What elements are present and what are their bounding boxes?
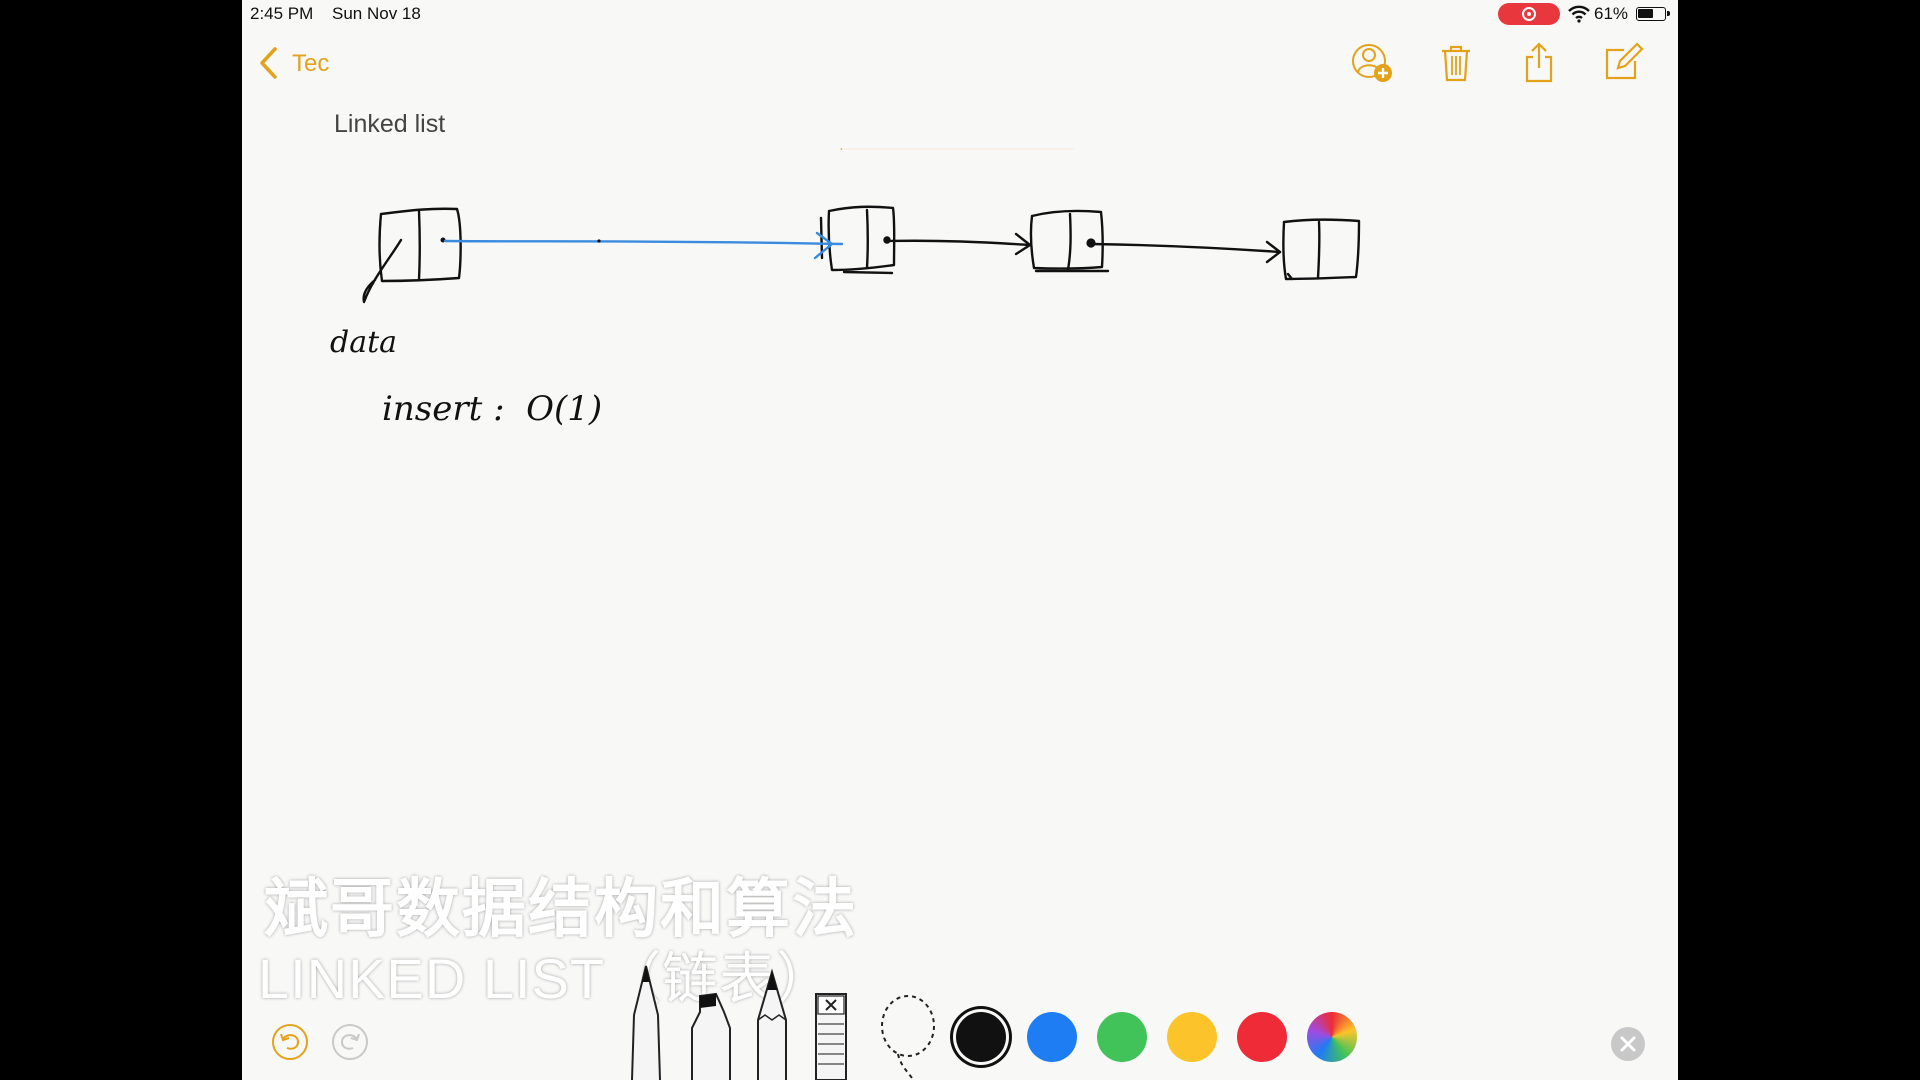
color-green[interactable]	[1097, 1012, 1147, 1062]
close-button[interactable]	[1611, 1027, 1645, 1061]
screen-recording-indicator[interactable]	[1498, 3, 1560, 25]
color-picker-multicolor[interactable]	[1307, 1012, 1357, 1062]
pen-tool[interactable]	[631, 965, 661, 1080]
share-button[interactable]	[1516, 40, 1562, 86]
undo-button[interactable]	[270, 1022, 310, 1062]
drawing-tools	[631, 965, 935, 1080]
redo-icon	[332, 1024, 368, 1060]
list-node-4	[1282, 218, 1361, 281]
close-icon	[1620, 1036, 1636, 1052]
handwriting-canvas[interactable]: data insert : O(1)	[242, 180, 1678, 480]
chevron-left-icon	[260, 47, 277, 79]
battery-icon	[1636, 7, 1670, 21]
add-person-icon	[1352, 44, 1392, 82]
color-blue[interactable]	[1027, 1012, 1077, 1062]
compose-icon	[1605, 42, 1644, 80]
color-black[interactable]	[956, 1012, 1006, 1062]
handwritten-data-label: data	[330, 325, 397, 360]
title-divider	[840, 148, 1074, 150]
record-icon	[1522, 7, 1536, 21]
pointer-arrow-2-3	[883, 232, 1032, 256]
trash-icon	[1442, 45, 1470, 82]
ipad-screen: 2:45 PM Sun Nov 18 61% Tec Linked list d…	[242, 0, 1678, 1080]
add-collaborator-button[interactable]	[1350, 40, 1396, 86]
list-node-1	[362, 207, 462, 304]
status-time: 2:45 PM	[250, 4, 314, 23]
eraser-tool[interactable]	[815, 993, 847, 1080]
status-date: Sun Nov 18	[332, 4, 421, 23]
wifi-icon	[1568, 5, 1590, 23]
trash-button[interactable]	[1433, 40, 1479, 86]
compose-button[interactable]	[1600, 40, 1646, 86]
redo-button[interactable]	[330, 1022, 370, 1062]
pencil-tool[interactable]	[757, 968, 787, 1080]
status-bar: 2:45 PM Sun Nov 18 61%	[242, 0, 1678, 28]
undo-icon	[272, 1024, 308, 1060]
color-red[interactable]	[1237, 1012, 1287, 1062]
pointer-arrow-3-4	[1086, 238, 1282, 264]
back-label: Tec	[292, 50, 330, 77]
list-node-3	[1029, 209, 1110, 273]
lasso-tool[interactable]	[881, 995, 935, 1079]
battery-level	[1638, 9, 1654, 18]
share-icon	[1525, 42, 1553, 83]
handwritten-insert-complexity: insert : O(1)	[382, 389, 602, 429]
note-title[interactable]: Linked list	[334, 110, 445, 139]
color-yellow[interactable]	[1167, 1012, 1217, 1062]
list-node-2	[819, 205, 896, 275]
blue-pointer-arrow	[440, 231, 844, 260]
marker-tool[interactable]	[691, 992, 731, 1080]
battery-percent: 61%	[1594, 4, 1629, 23]
